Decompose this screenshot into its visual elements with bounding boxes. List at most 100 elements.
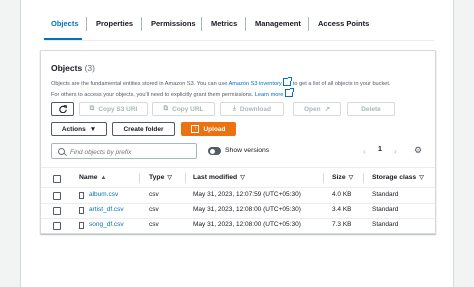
copy-icon: ⧉ (163, 105, 169, 112)
object-storage-class: Standard (372, 191, 399, 198)
column-divider (323, 173, 324, 183)
search-input[interactable] (68, 145, 196, 159)
create-folder-button[interactable]: Create folder (112, 122, 175, 136)
tab-bar-rule (44, 40, 434, 41)
column-divider (363, 173, 364, 183)
tab-separator (201, 17, 202, 31)
open-label: Open (303, 105, 321, 113)
panel-title: Objects (3) (51, 63, 95, 73)
row-divider (41, 203, 435, 204)
external-link-icon (283, 77, 293, 86)
tab-separator (141, 17, 142, 31)
tab-properties[interactable]: Properties (96, 19, 133, 28)
external-link-icon (284, 88, 294, 97)
file-icon (79, 192, 84, 199)
tab-access-points[interactable]: Access Points (318, 19, 369, 28)
chevron-left-icon[interactable]: ‹ (363, 147, 366, 156)
row-checkbox[interactable] (53, 222, 61, 230)
objects-panel: Objects (3) Objects are the fundamental … (40, 50, 436, 234)
show-versions-label: Show versions (225, 147, 270, 154)
object-last-modified: May 31, 2023, 12:08:00 (UTC+05:30) (193, 221, 301, 228)
object-last-modified: May 31, 2023, 12:08:00 (UTC+05:30) (193, 206, 301, 213)
column-label: Type (149, 174, 165, 181)
chevron-right-icon[interactable]: › (394, 147, 397, 156)
download-button[interactable]: ⤓ Download (220, 102, 284, 116)
description-text: to get a list of all objects in your buc… (291, 81, 391, 87)
column-label: Name (79, 174, 98, 181)
gear-icon[interactable]: ⚙ (414, 145, 422, 156)
select-all-checkbox[interactable] (53, 175, 61, 183)
tab-separator (86, 17, 87, 31)
description-text: Objects are the fundamental entities sto… (51, 81, 229, 87)
download-label: Download (239, 105, 271, 113)
copy-s3-uri-button[interactable]: ⧉ Copy S3 URI (79, 102, 148, 116)
description-text: For others to access your objects, you'l… (51, 92, 255, 98)
sort-icon: ▽ (348, 175, 354, 181)
copy-icon: ⧉ (89, 105, 95, 112)
tab-permissions[interactable]: Permissions (151, 19, 196, 28)
upload-button[interactable]: ↑ Upload (181, 122, 236, 136)
object-size: 7.3 KB (332, 221, 352, 228)
inventory-link[interactable]: Amazon S3 inventory (229, 81, 282, 87)
actions-dropdown[interactable]: Actions ▼ (51, 122, 107, 136)
object-type: csv (149, 221, 159, 228)
copy-s3-uri-label: Copy S3 URI (98, 105, 138, 113)
caret-down-icon: ▼ (89, 125, 97, 133)
object-storage-class: Standard (372, 221, 399, 228)
delete-label: Delete (361, 105, 381, 113)
refresh-button[interactable] (51, 102, 74, 116)
column-label: Storage class (372, 174, 417, 181)
sort-icon: ▽ (167, 175, 172, 181)
column-header-type[interactable]: Type ▽ (149, 174, 172, 181)
file-icon (79, 207, 84, 214)
show-versions-toggle[interactable] (208, 147, 221, 155)
create-folder-label: Create folder (123, 125, 164, 133)
row-checkbox[interactable] (53, 192, 61, 200)
copy-url-button[interactable]: ⧉ Copy URL (152, 102, 215, 116)
column-header-storage-class[interactable]: Storage class ▽ (372, 174, 424, 181)
tab-separator (308, 17, 309, 31)
column-label: Last modified (193, 174, 238, 181)
tab-metrics[interactable]: Metrics (211, 19, 237, 28)
download-icon: ⤓ (233, 105, 236, 112)
delete-button[interactable]: Delete (347, 102, 395, 116)
object-storage-class: Standard (372, 206, 399, 213)
column-label: Size (332, 174, 346, 181)
column-divider (185, 173, 186, 183)
sort-icon: ▽ (240, 175, 245, 181)
page-number[interactable]: 1 (378, 146, 382, 153)
refresh-icon (58, 105, 67, 113)
column-header-name[interactable]: Name ▲ (79, 174, 106, 181)
panel-description: Objects are the fundamental entities sto… (51, 77, 431, 100)
tab-management[interactable]: Management (255, 19, 301, 28)
object-name-link[interactable]: artist_df.csv (89, 206, 124, 213)
column-header-last-modified[interactable]: Last modified ▽ (193, 174, 245, 181)
object-last-modified: May 31, 2023, 12:07:59 (UTC+05:30) (193, 191, 301, 198)
learn-more-link[interactable]: Learn more (255, 92, 284, 98)
row-divider (41, 218, 435, 219)
tab-objects[interactable]: Objects (51, 19, 79, 28)
object-name-link[interactable]: song_df.csv (89, 221, 124, 228)
sort-icon: ▽ (419, 175, 424, 181)
table-top-rule (41, 167, 435, 168)
upload-label: Upload (203, 125, 226, 133)
panel-title-text: Objects (51, 63, 83, 73)
column-divider (139, 173, 140, 183)
open-button[interactable]: Open ↗ (293, 102, 341, 116)
search-box[interactable] (51, 143, 197, 159)
tab-separator (245, 17, 246, 31)
object-size: 4.0 KB (332, 191, 352, 198)
upload-icon: ↑ (191, 125, 200, 133)
object-name-link[interactable]: album.csv (89, 191, 118, 198)
column-header-size[interactable]: Size ▽ (332, 174, 353, 181)
external-link-icon: ↗ (324, 106, 331, 113)
object-size: 3.4 KB (332, 206, 352, 213)
object-type: csv (149, 206, 159, 213)
actions-label: Actions (61, 125, 86, 133)
copy-url-label: Copy URL (172, 105, 204, 113)
search-icon (58, 148, 65, 155)
table-header-rule (41, 187, 435, 188)
sort-icon: ▲ (100, 175, 107, 181)
row-checkbox[interactable] (53, 207, 61, 215)
file-icon (79, 222, 84, 229)
